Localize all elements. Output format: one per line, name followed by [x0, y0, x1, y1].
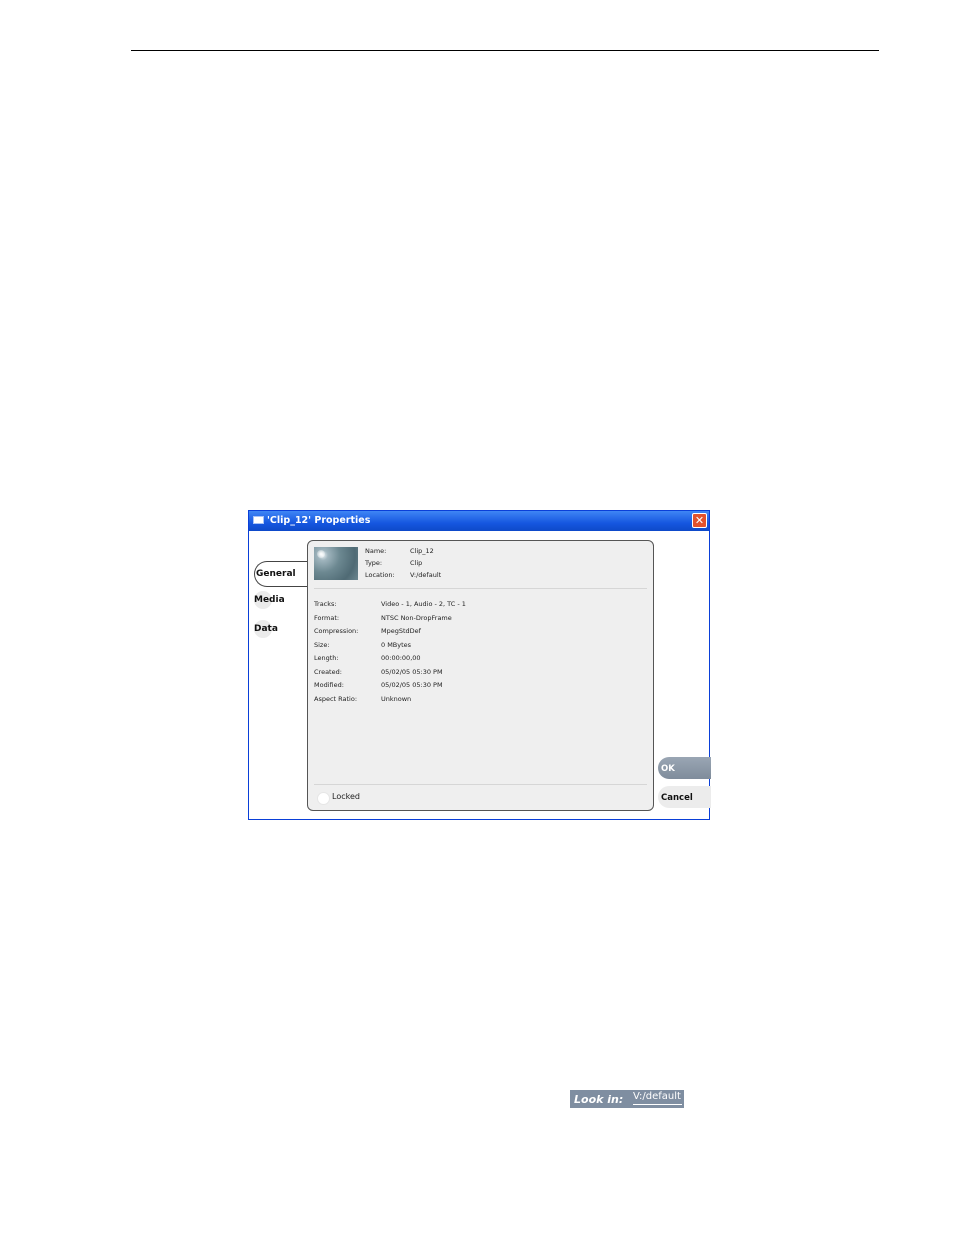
close-x-icon: ✕: [694, 514, 705, 527]
location-value: V:/default: [410, 571, 442, 579]
name-label: Name:: [365, 547, 387, 555]
tab-media-label: Media: [254, 595, 285, 605]
tracks-value: Video - 1, Audio - 2, TC - 1: [381, 600, 466, 608]
format-value: NTSC Non-DropFrame: [381, 614, 452, 622]
length-value: 00:00:00,00: [381, 654, 421, 662]
compression-value: MpegStdDef: [381, 627, 421, 635]
header-separator: [314, 588, 647, 589]
size-label: Size:: [314, 641, 330, 649]
dialog-titlebar[interactable]: 'Clip_12' Properties ✕: [249, 511, 709, 531]
window-icon: [253, 516, 264, 524]
clip-thumbnail: [314, 547, 358, 580]
tab-general[interactable]: General: [254, 561, 310, 587]
thumbnail-flare: [317, 550, 325, 558]
length-label: Length:: [314, 654, 339, 662]
tab-data[interactable]: Data: [254, 620, 278, 638]
look-in-bar[interactable]: Look in: V:/default: [570, 1090, 684, 1108]
footer-separator: [314, 784, 647, 785]
tab-media[interactable]: Media: [254, 591, 285, 609]
tab-data-label: Data: [254, 624, 278, 634]
dialog-title: 'Clip_12' Properties: [267, 515, 371, 526]
cancel-button[interactable]: Cancel: [658, 786, 711, 808]
created-label: Created:: [314, 668, 342, 676]
aspect-ratio-label: Aspect Ratio:: [314, 695, 358, 703]
format-label: Format:: [314, 614, 340, 622]
created-value: 05/02/05 05:30 PM: [381, 668, 443, 676]
ok-button[interactable]: OK: [658, 757, 711, 779]
clip-properties-dialog: 'Clip_12' Properties ✕ General Media Dat…: [248, 510, 711, 820]
tab-general-label: General: [256, 569, 296, 579]
look-in-value[interactable]: V:/default: [633, 1091, 681, 1102]
page-header-rule: [131, 50, 879, 51]
locked-checkbox[interactable]: [317, 792, 330, 805]
general-panel: Name: Clip_12 Type: Clip Location: V:/de…: [307, 540, 654, 811]
close-button[interactable]: ✕: [692, 513, 707, 528]
look-in-label: Look in:: [574, 1093, 624, 1106]
aspect-ratio-value: Unknown: [381, 695, 412, 703]
type-value: Clip: [410, 559, 423, 567]
compression-label: Compression:: [314, 627, 359, 635]
tracks-label: Tracks:: [314, 600, 337, 608]
look-in-underline: [633, 1104, 682, 1105]
type-label: Type:: [365, 559, 383, 567]
modified-label: Modified:: [314, 681, 344, 689]
name-value: Clip_12: [410, 547, 434, 555]
location-label: Location:: [365, 571, 395, 579]
size-value: 0 MBytes: [381, 641, 412, 649]
modified-value: 05/02/05 05:30 PM: [381, 681, 443, 689]
locked-label: Locked: [332, 792, 360, 801]
